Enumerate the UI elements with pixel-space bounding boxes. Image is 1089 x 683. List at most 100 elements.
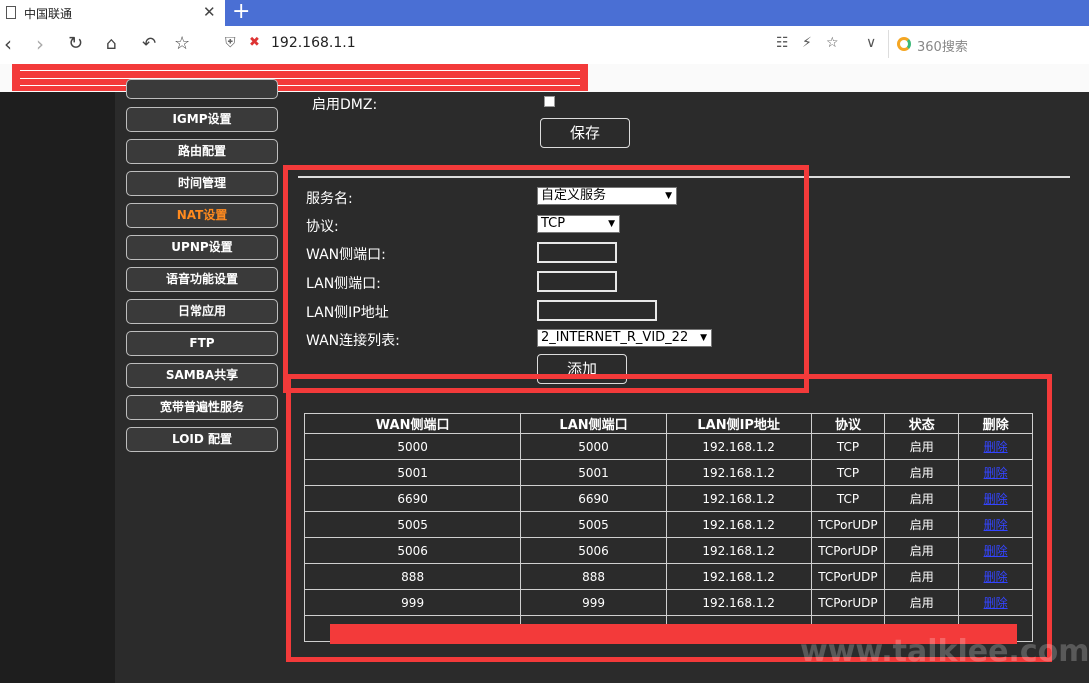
shield-icon: ⛨ <box>225 35 236 51</box>
bookmark-star-icon[interactable]: ☆ <box>174 32 190 56</box>
home-icon[interactable]: ⌂ <box>106 32 117 56</box>
table-row: 5005 5005 192.168.1.2 TCPorUDP 启用 删除 <box>303 511 1033 538</box>
url-text: 192.168.1.1 <box>271 35 356 51</box>
sidebar-item-hidden[interactable] <box>126 79 278 99</box>
sidebar-item-nat[interactable]: NAT设置 <box>126 203 278 228</box>
dmz-label: 启用DMZ: <box>312 97 378 113</box>
cell-lan-port: 999 <box>520 589 667 616</box>
cell-delete: 删除 <box>958 563 1033 590</box>
sidebar-item-igmp[interactable]: IGMP设置 <box>126 107 278 132</box>
sidebar-item-time[interactable]: 时间管理 <box>126 171 278 196</box>
cell-lan-ip: 192.168.1.2 <box>665 563 812 590</box>
redacted-area <box>12 64 588 91</box>
header-protocol: 协议 <box>810 413 886 434</box>
cell-lan-port: 888 <box>520 563 667 590</box>
cell-wan-port: 6690 <box>303 485 522 512</box>
table-row: 999 999 192.168.1.2 TCPorUDP 启用 删除 <box>303 589 1033 616</box>
insecure-lock-icon: ✖ <box>249 35 260 50</box>
lightning-icon[interactable]: ⚡ <box>802 35 812 51</box>
cell-lan-port: 5001 <box>520 459 667 486</box>
header-wan-port: WAN侧端口 <box>303 413 522 434</box>
sidebar-item-ftp[interactable]: FTP <box>126 331 278 356</box>
table-row: 6690 6690 192.168.1.2 TCP 启用 删除 <box>303 485 1033 512</box>
delete-link[interactable]: 删除 <box>984 544 1008 558</box>
cell-wan-port: 5000 <box>303 433 522 460</box>
cell-delete: 删除 <box>958 485 1033 512</box>
browser-tab[interactable]: 中国联通 ✕ <box>0 0 225 26</box>
table-header-row: WAN侧端口 LAN侧端口 LAN侧IP地址 协议 状态 删除 <box>303 413 1033 434</box>
cell-lan-port: 5000 <box>520 433 667 460</box>
cell-wan-port: 5001 <box>303 459 522 486</box>
sidebar-item-samba[interactable]: SAMBA共享 <box>126 363 278 388</box>
sidebar-item-loid[interactable]: LOID 配置 <box>126 427 278 452</box>
cell-lan-port: 5006 <box>520 537 667 564</box>
reload-icon[interactable]: ↻ <box>68 32 83 56</box>
cell-status: 启用 <box>884 485 960 512</box>
forward-icon[interactable]: › <box>36 32 44 56</box>
table-row: 888 888 192.168.1.2 TCPorUDP 启用 删除 <box>303 563 1033 590</box>
cell-wan-port: 999 <box>303 589 522 616</box>
header-delete: 删除 <box>958 413 1033 434</box>
save-button[interactable]: 保存 <box>540 118 630 148</box>
browser-tab-bar: 中国联通 ✕ + <box>0 0 1089 26</box>
delete-link[interactable]: 删除 <box>984 570 1008 584</box>
search-placeholder: 360搜索 <box>917 40 968 55</box>
cell-status: 启用 <box>884 511 960 538</box>
header-status: 状态 <box>884 413 960 434</box>
undo-icon[interactable]: ↶ <box>142 32 156 56</box>
cell-protocol: TCPorUDP <box>810 511 886 538</box>
header-lan-ip: LAN侧IP地址 <box>665 413 812 434</box>
page-icon <box>6 6 16 19</box>
delete-link[interactable]: 删除 <box>984 440 1008 454</box>
cell-delete: 删除 <box>958 459 1033 486</box>
table-row: 5006 5006 192.168.1.2 TCPorUDP 启用 删除 <box>303 537 1033 564</box>
delete-link[interactable]: 删除 <box>984 596 1008 610</box>
sidebar-item-route[interactable]: 路由配置 <box>126 139 278 164</box>
cell-status: 启用 <box>884 433 960 460</box>
url-field[interactable]: ⛨ ✖ 192.168.1.1 <box>225 32 765 56</box>
chevron-down-icon[interactable]: ∨ <box>866 35 876 51</box>
cell-status: 启用 <box>884 537 960 564</box>
cell-delete: 删除 <box>958 589 1033 616</box>
cell-protocol: TCPorUDP <box>810 563 886 590</box>
watermark-text: www.talklee.com <box>800 634 1089 669</box>
cell-lan-ip: 192.168.1.2 <box>665 537 812 564</box>
cell-lan-ip: 192.168.1.2 <box>665 433 812 460</box>
cell-lan-ip: 192.168.1.2 <box>665 589 812 616</box>
cell-lan-ip: 192.168.1.2 <box>665 459 812 486</box>
delete-link[interactable]: 删除 <box>984 518 1008 532</box>
back-icon[interactable]: ‹ <box>4 32 12 56</box>
left-background <box>0 92 115 683</box>
search-box[interactable]: 360搜索 <box>888 30 1089 58</box>
cell-status: 启用 <box>884 459 960 486</box>
delete-link[interactable]: 删除 <box>984 466 1008 480</box>
favorite-icon[interactable]: ☆ <box>826 35 839 51</box>
cell-protocol: TCP <box>810 433 886 460</box>
form-highlight-box <box>283 165 809 393</box>
close-icon[interactable]: ✕ <box>203 3 216 21</box>
dmz-checkbox[interactable] <box>544 96 555 107</box>
cell-wan-port: 888 <box>303 563 522 590</box>
tab-title: 中国联通 <box>24 7 73 21</box>
cell-wan-port: 5005 <box>303 511 522 538</box>
cell-lan-ip: 192.168.1.2 <box>665 511 812 538</box>
cell-wan-port: 5006 <box>303 537 522 564</box>
cell-protocol: TCPorUDP <box>810 537 886 564</box>
cell-delete: 删除 <box>958 537 1033 564</box>
new-tab-icon[interactable]: + <box>232 0 250 25</box>
sidebar-item-daily-apps[interactable]: 日常应用 <box>126 299 278 324</box>
qr-icon[interactable]: ☷ <box>776 35 789 51</box>
sidebar-item-voice[interactable]: 语音功能设置 <box>126 267 278 292</box>
cell-delete: 删除 <box>958 511 1033 538</box>
cell-lan-port: 6690 <box>520 485 667 512</box>
sidebar-item-broadband-service[interactable]: 宽带普遍性服务 <box>126 395 278 420</box>
cell-protocol: TCP <box>810 459 886 486</box>
sidebar-item-upnp[interactable]: UPNP设置 <box>126 235 278 260</box>
cell-lan-ip: 192.168.1.2 <box>665 485 812 512</box>
delete-link[interactable]: 删除 <box>984 492 1008 506</box>
cell-protocol: TCP <box>810 485 886 512</box>
cell-protocol: TCPorUDP <box>810 589 886 616</box>
cell-status: 启用 <box>884 563 960 590</box>
address-bar: ‹ › ↻ ⌂ ↶ ☆ ⛨ ✖ 192.168.1.1 ☷ ⚡ ☆ ∨ 360搜… <box>0 26 1089 65</box>
header-lan-port: LAN侧端口 <box>520 413 667 434</box>
